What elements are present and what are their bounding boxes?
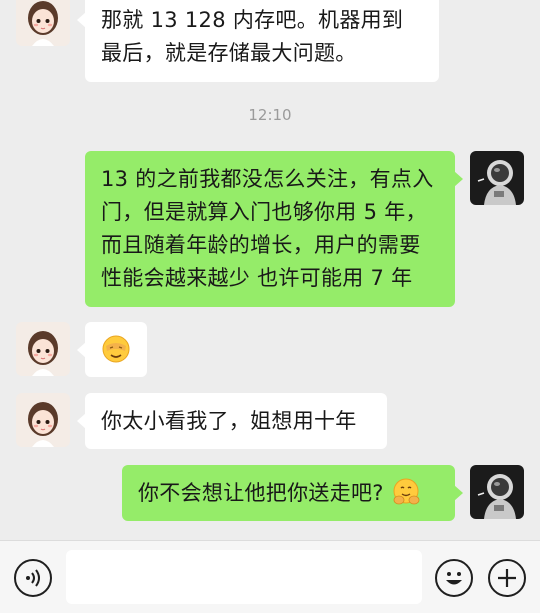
message-timestamp: 12:10 bbox=[248, 106, 292, 124]
more-button[interactable] bbox=[488, 559, 526, 597]
contact-avatar[interactable] bbox=[16, 0, 70, 46]
self-avatar[interactable] bbox=[470, 465, 524, 519]
message-bubble[interactable]: 13 的之前我都没怎么关注，有点入门，但是就算入门也够你用 5 年，而且随着年龄… bbox=[85, 151, 463, 307]
message-text: 你不会想让他把你送走吧? bbox=[138, 481, 384, 505]
message-bubble[interactable]: 那就 13 128 内存吧。机器用到最后，就是存储最大问题。 bbox=[77, 0, 439, 82]
contact-avatar[interactable] bbox=[16, 322, 70, 376]
voice-button[interactable] bbox=[14, 559, 52, 597]
face-with-hand-over-eyes-icon bbox=[101, 334, 131, 364]
contact-avatar[interactable] bbox=[16, 393, 70, 447]
input-bar bbox=[0, 540, 540, 613]
message-text: 那就 13 128 内存吧。机器用到最后，就是存储最大问题。 bbox=[101, 8, 404, 65]
self-avatar[interactable] bbox=[470, 151, 524, 205]
hugging-face-icon bbox=[391, 477, 421, 507]
chat-area[interactable]: 那就 13 128 内存吧。机器用到最后，就是存储最大问题。 12:10 13 … bbox=[0, 0, 540, 540]
plus-icon bbox=[498, 569, 516, 587]
message-text: 13 的之前我都没怎么关注，有点入门，但是就算入门也够你用 5 年，而且随着年龄… bbox=[101, 167, 434, 290]
message-input[interactable] bbox=[66, 550, 422, 604]
smiley-icon bbox=[446, 572, 462, 585]
emoji-button[interactable] bbox=[435, 559, 473, 597]
message-bubble[interactable] bbox=[77, 322, 147, 377]
message-text: 你太小看我了，姐想用十年 bbox=[101, 409, 357, 433]
voice-icon bbox=[26, 569, 40, 587]
message-bubble[interactable]: 你不会想让他把你送走吧? bbox=[122, 465, 463, 521]
message-bubble[interactable]: 你太小看我了，姐想用十年 bbox=[77, 393, 387, 449]
